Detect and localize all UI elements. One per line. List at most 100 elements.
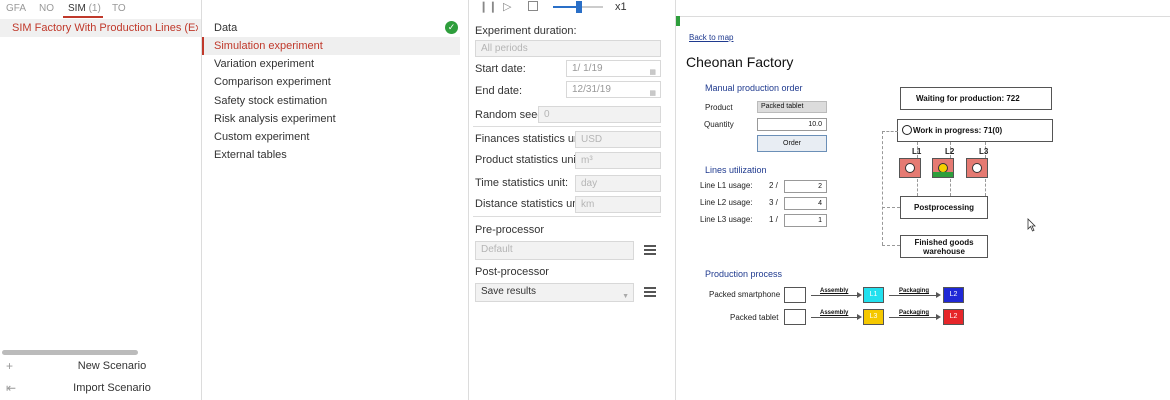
tab-to[interactable]: TO — [112, 3, 126, 14]
import-scenario-button[interactable]: ⇤ Import Scenario — [0, 380, 201, 398]
menu-item-risk-analysis-experiment[interactable]: Risk analysis experiment — [202, 110, 460, 128]
menu-item-comparison-experiment[interactable]: Comparison experiment — [202, 73, 460, 91]
line-l1-usage-label: Line L1 usage: — [700, 181, 753, 190]
random-seed-label: Random seed: — [475, 109, 547, 121]
scenario-panel: GFA NO SIM (1) TO SIM Factory With Produ… — [0, 0, 202, 400]
menu-item-label: Simulation experiment — [214, 40, 323, 52]
new-scenario-button[interactable]: + New Scenario — [0, 358, 201, 376]
start-date-field[interactable]: 1/ 1/19 ▦ — [566, 60, 661, 77]
page-title: Cheonan Factory — [686, 54, 794, 70]
tab-no[interactable]: NO — [39, 3, 54, 14]
pause-icon[interactable]: ❙❙ — [479, 0, 497, 13]
plus-icon: + — [6, 359, 14, 373]
experiment-duration-select[interactable]: All periods — [475, 40, 661, 57]
experiment-menu: Data ✓ Simulation experiment Variation e… — [202, 0, 469, 400]
arrow-head-icon — [936, 292, 941, 298]
flow-arrow — [811, 317, 858, 318]
menu-item-label: Comparison experiment — [214, 76, 331, 88]
speed-label: x1 — [615, 1, 627, 13]
calendar-icon[interactable]: ▦ — [649, 86, 656, 101]
postprocessor-select[interactable]: Save results ▼ — [475, 283, 634, 302]
tab-sim-label: SIM — [68, 3, 86, 14]
play-icon[interactable]: ▷ — [503, 0, 511, 13]
line-l1-usage-field[interactable]: 2 — [784, 180, 827, 193]
finished-goods-warehouse-box: Finished goods warehouse — [900, 235, 988, 258]
model-canvas[interactable]: Back to map Cheonan Factory Manual produ… — [676, 16, 1170, 400]
assembly-step-label: Assembly — [820, 310, 849, 316]
experiment-duration-label: Experiment duration: — [475, 25, 577, 37]
quantity-field[interactable]: 10.0 — [757, 118, 827, 131]
flow-connector — [917, 179, 918, 196]
import-scenario-label: Import Scenario — [73, 382, 151, 394]
process-line-box: L2 — [943, 309, 964, 325]
postprocessing-box: Postprocessing — [900, 196, 988, 219]
line-l2-usage-fraction: 3 / — [769, 198, 778, 207]
process-source-box — [784, 287, 806, 303]
start-date-value: 1/ 1/19 — [572, 63, 603, 74]
line-l2-label: L2 — [945, 147, 955, 156]
menu-item-variation-experiment[interactable]: Variation experiment — [202, 55, 460, 73]
line-l2-usage-label: Line L2 usage: — [700, 198, 753, 207]
check-icon: ✓ — [445, 21, 458, 34]
divider — [473, 126, 661, 127]
process-line-box: L1 — [863, 287, 884, 303]
menu-item-label: Safety stock estimation — [214, 95, 328, 107]
stop-icon[interactable] — [528, 1, 538, 11]
packaging-step-label: Packaging — [899, 288, 930, 294]
distance-unit-select[interactable]: km — [575, 196, 661, 213]
order-button[interactable]: Order — [757, 135, 827, 152]
assembly-step-label: Assembly — [820, 288, 849, 294]
divider — [680, 16, 1170, 17]
menu-item-data[interactable]: Data ✓ — [202, 19, 460, 37]
horizontal-scrollbar[interactable] — [2, 350, 138, 355]
start-date-label: Start date: — [475, 63, 526, 75]
production-process-section-title: Production process — [705, 269, 783, 279]
end-date-field[interactable]: 12/31/19 ▦ — [566, 81, 661, 98]
speed-slider-handle[interactable] — [576, 1, 582, 13]
tab-sim-count: (1) — [88, 3, 101, 14]
line-l2-progress-bar — [933, 172, 953, 177]
import-icon: ⇤ — [6, 381, 17, 395]
menu-item-external-tables[interactable]: External tables — [202, 146, 460, 164]
flow-arrow — [811, 295, 858, 296]
speed-slider[interactable] — [553, 1, 603, 13]
finances-unit-select[interactable]: USD — [575, 131, 661, 148]
postprocessor-menu-icon[interactable] — [640, 283, 660, 301]
end-date-value: 12/31/19 — [572, 84, 611, 95]
process-product-label: Packed tablet — [730, 313, 779, 322]
postprocessor-value: Save results — [481, 286, 537, 297]
time-unit-select[interactable]: day — [575, 175, 661, 192]
line-l3-status-icon — [972, 163, 982, 173]
divider — [473, 216, 661, 217]
product-select[interactable]: Packed tablet — [757, 101, 827, 113]
preprocessor-label: Pre-processor — [475, 224, 545, 236]
product-unit-select[interactable]: m³ — [575, 152, 661, 169]
arrow-head-icon — [936, 314, 941, 320]
menu-item-label: External tables — [214, 149, 287, 161]
menu-item-simulation-experiment[interactable]: Simulation experiment — [202, 37, 460, 55]
preprocessor-menu-icon[interactable] — [640, 241, 660, 259]
line-l3-usage-fraction: 1 / — [769, 215, 778, 224]
product-unit-label: Product statistics unit: — [475, 154, 582, 166]
scenario-list-item[interactable]: SIM Factory With Production Lines (Exter… — [0, 19, 201, 37]
process-source-box — [784, 309, 806, 325]
preprocessor-select[interactable]: Default — [475, 241, 634, 260]
line-l2-usage-field[interactable]: 4 — [784, 197, 827, 210]
menu-item-custom-experiment[interactable]: Custom experiment — [202, 128, 460, 146]
tab-sim[interactable]: SIM (1) — [68, 3, 101, 14]
tab-gfa[interactable]: GFA — [6, 3, 26, 14]
back-to-map-link[interactable]: Back to map — [689, 33, 733, 42]
menu-item-safety-stock-estimation[interactable]: Safety stock estimation — [202, 92, 460, 110]
line-l1-box[interactable] — [899, 158, 921, 178]
line-l3-usage-field[interactable]: 1 — [784, 214, 827, 227]
random-seed-field[interactable]: 0 — [538, 106, 661, 123]
arrow-head-icon — [857, 314, 862, 320]
arrow-head-icon — [857, 292, 862, 298]
lines-utilization-section-title: Lines utilization — [705, 165, 767, 175]
calendar-icon[interactable]: ▦ — [649, 65, 656, 80]
experiment-settings: Experiment duration: All periods Start d… — [469, 0, 676, 400]
time-unit-label: Time statistics unit: — [475, 177, 569, 189]
line-l3-box[interactable] — [966, 158, 988, 178]
line-l1-status-icon — [905, 163, 915, 173]
line-l2-box[interactable] — [932, 158, 954, 178]
